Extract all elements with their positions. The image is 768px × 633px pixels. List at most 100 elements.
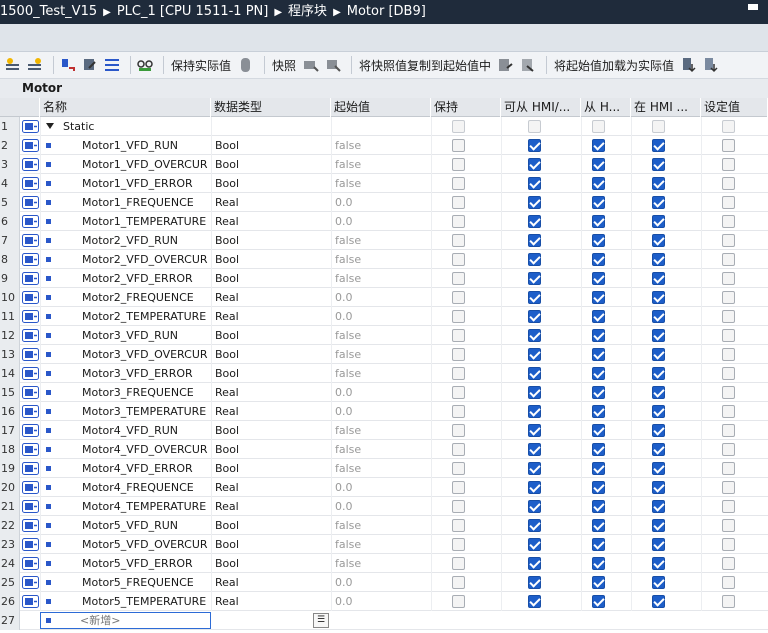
retain-checkbox[interactable]	[452, 310, 465, 323]
variable-datatype[interactable]: Bool	[215, 459, 325, 478]
variable-start-value[interactable]: false	[335, 345, 425, 364]
setpoint-checkbox[interactable]	[722, 443, 735, 456]
variable-name[interactable]: Motor3_VFD_RUN	[82, 326, 210, 345]
variable-datatype[interactable]: Bool	[215, 326, 325, 345]
hmi-visible-checkbox[interactable]	[592, 196, 605, 209]
variable-datatype[interactable]: Bool	[215, 516, 325, 535]
breadcrumb-db[interactable]: Motor [DB9]	[347, 0, 426, 24]
variable-datatype[interactable]: Real	[215, 193, 325, 212]
hmi-visible-checkbox[interactable]	[592, 234, 605, 247]
retain-checkbox[interactable]	[452, 424, 465, 437]
retain-checkbox[interactable]	[452, 443, 465, 456]
variable-start-value[interactable]: false	[335, 440, 425, 459]
variable-datatype[interactable]: Real	[215, 573, 325, 592]
retain-checkbox[interactable]	[452, 481, 465, 494]
table-row[interactable]: 20 Motor4_FREQUENCE Real 0.0	[0, 478, 768, 497]
hmi-writable-checkbox[interactable]	[652, 576, 665, 589]
setpoint-checkbox[interactable]	[722, 481, 735, 494]
hmi-writable-checkbox[interactable]	[652, 538, 665, 551]
variable-start-value[interactable]: false	[335, 535, 425, 554]
hmi-access-checkbox[interactable]	[528, 500, 541, 513]
retain-checkbox[interactable]	[452, 177, 465, 190]
variable-datatype[interactable]: Real	[215, 497, 325, 516]
hmi-visible-checkbox[interactable]	[592, 443, 605, 456]
setpoint-checkbox[interactable]	[722, 215, 735, 228]
variable-start-value[interactable]: 0.0	[335, 497, 425, 516]
retain-checkbox[interactable]	[452, 196, 465, 209]
table-row[interactable]: 14 Motor3_VFD_ERROR Bool false	[0, 364, 768, 383]
setpoint-checkbox[interactable]	[722, 177, 735, 190]
variable-name[interactable]: Motor5_FREQUENCE	[82, 573, 210, 592]
header-setpoint[interactable]: 设定值	[701, 98, 768, 117]
setpoint-checkbox[interactable]	[722, 367, 735, 380]
table-row[interactable]: 13 Motor3_VFD_OVERCUR Bool false	[0, 345, 768, 364]
insert-row-icon[interactable]	[4, 56, 22, 74]
hmi-writable-checkbox[interactable]	[652, 557, 665, 570]
setpoint-checkbox[interactable]	[722, 386, 735, 399]
hmi-access-checkbox[interactable]	[528, 462, 541, 475]
breadcrumb-project[interactable]: 1500_Test_V15	[0, 0, 97, 24]
hmi-writable-checkbox[interactable]	[652, 595, 665, 608]
setpoint-checkbox[interactable]	[722, 196, 735, 209]
retain-checkbox[interactable]	[452, 386, 465, 399]
variable-datatype[interactable]: Real	[215, 478, 325, 497]
hmi-visible-checkbox[interactable]	[592, 177, 605, 190]
hmi-visible-checkbox[interactable]	[592, 158, 605, 171]
hmi-access-checkbox[interactable]	[528, 177, 541, 190]
variable-name[interactable]: Motor1_VFD_RUN	[82, 136, 210, 155]
hmi-writable-checkbox[interactable]	[652, 443, 665, 456]
variable-name[interactable]: Motor5_TEMPERATURE	[82, 592, 210, 611]
collapse-icon[interactable]	[81, 56, 99, 74]
hmi-writable-checkbox[interactable]	[652, 481, 665, 494]
header-hmi-access[interactable]: 可从 HMI/...	[501, 98, 581, 117]
variable-start-value[interactable]: false	[335, 554, 425, 573]
list-view-icon[interactable]	[103, 56, 121, 74]
retain-checkbox[interactable]	[452, 367, 465, 380]
variable-name[interactable]: Motor1_VFD_OVERCUR	[82, 155, 210, 174]
variable-start-value[interactable]: 0.0	[335, 478, 425, 497]
download-all-icon[interactable]	[702, 56, 720, 74]
variable-datatype[interactable]: Real	[215, 592, 325, 611]
variable-start-value[interactable]: 0.0	[335, 573, 425, 592]
setpoint-checkbox[interactable]	[722, 139, 735, 152]
retain-checkbox[interactable]	[452, 405, 465, 418]
setpoint-checkbox[interactable]	[722, 272, 735, 285]
variable-name[interactable]: Motor3_TEMPERATURE	[82, 402, 210, 421]
hmi-visible-checkbox[interactable]	[592, 253, 605, 266]
variable-start-value[interactable]: 0.0	[335, 592, 425, 611]
table-row[interactable]: 24 Motor5_VFD_ERROR Bool false	[0, 554, 768, 573]
hmi-access-checkbox[interactable]	[528, 215, 541, 228]
variable-name[interactable]: Motor3_VFD_ERROR	[82, 364, 210, 383]
setpoint-checkbox[interactable]	[722, 462, 735, 475]
hmi-access-checkbox[interactable]	[528, 272, 541, 285]
hmi-visible-checkbox[interactable]	[592, 386, 605, 399]
hmi-access-checkbox[interactable]	[528, 139, 541, 152]
variable-start-value[interactable]: 0.0	[335, 307, 425, 326]
hmi-writable-checkbox[interactable]	[652, 386, 665, 399]
new-row[interactable]: 27 <新增> ☰	[0, 611, 768, 630]
hmi-visible-checkbox[interactable]	[592, 519, 605, 532]
hmi-writable-checkbox[interactable]	[652, 215, 665, 228]
hmi-writable-checkbox[interactable]	[652, 348, 665, 361]
hmi-visible-checkbox[interactable]	[592, 576, 605, 589]
variable-datatype[interactable]: Bool	[215, 345, 325, 364]
hmi-writable-checkbox[interactable]	[652, 424, 665, 437]
table-row[interactable]: 25 Motor5_FREQUENCE Real 0.0	[0, 573, 768, 592]
hmi-visible-checkbox[interactable]	[592, 310, 605, 323]
variable-name[interactable]: Motor4_VFD_RUN	[82, 421, 210, 440]
retain-checkbox[interactable]	[452, 595, 465, 608]
snapshot-restore-icon[interactable]	[324, 56, 342, 74]
variable-name[interactable]: Motor2_TEMPERATURE	[82, 307, 210, 326]
variable-datatype[interactable]: Bool	[215, 136, 325, 155]
setpoint-checkbox[interactable]	[722, 253, 735, 266]
copy-icon[interactable]	[497, 56, 515, 74]
header-hmi-visible[interactable]: 从 H...	[581, 98, 631, 117]
hmi-visible-checkbox[interactable]	[592, 367, 605, 380]
hmi-access-checkbox[interactable]	[528, 367, 541, 380]
variable-datatype[interactable]: Bool	[215, 554, 325, 573]
table-row[interactable]: 2 Motor1_VFD_RUN Bool false	[0, 136, 768, 155]
table-row[interactable]: 7 Motor2_VFD_RUN Bool false	[0, 231, 768, 250]
variable-name[interactable]: Motor1_FREQUENCE	[82, 193, 210, 212]
hmi-visible-checkbox[interactable]	[592, 462, 605, 475]
table-row[interactable]: 21 Motor4_TEMPERATURE Real 0.0	[0, 497, 768, 516]
